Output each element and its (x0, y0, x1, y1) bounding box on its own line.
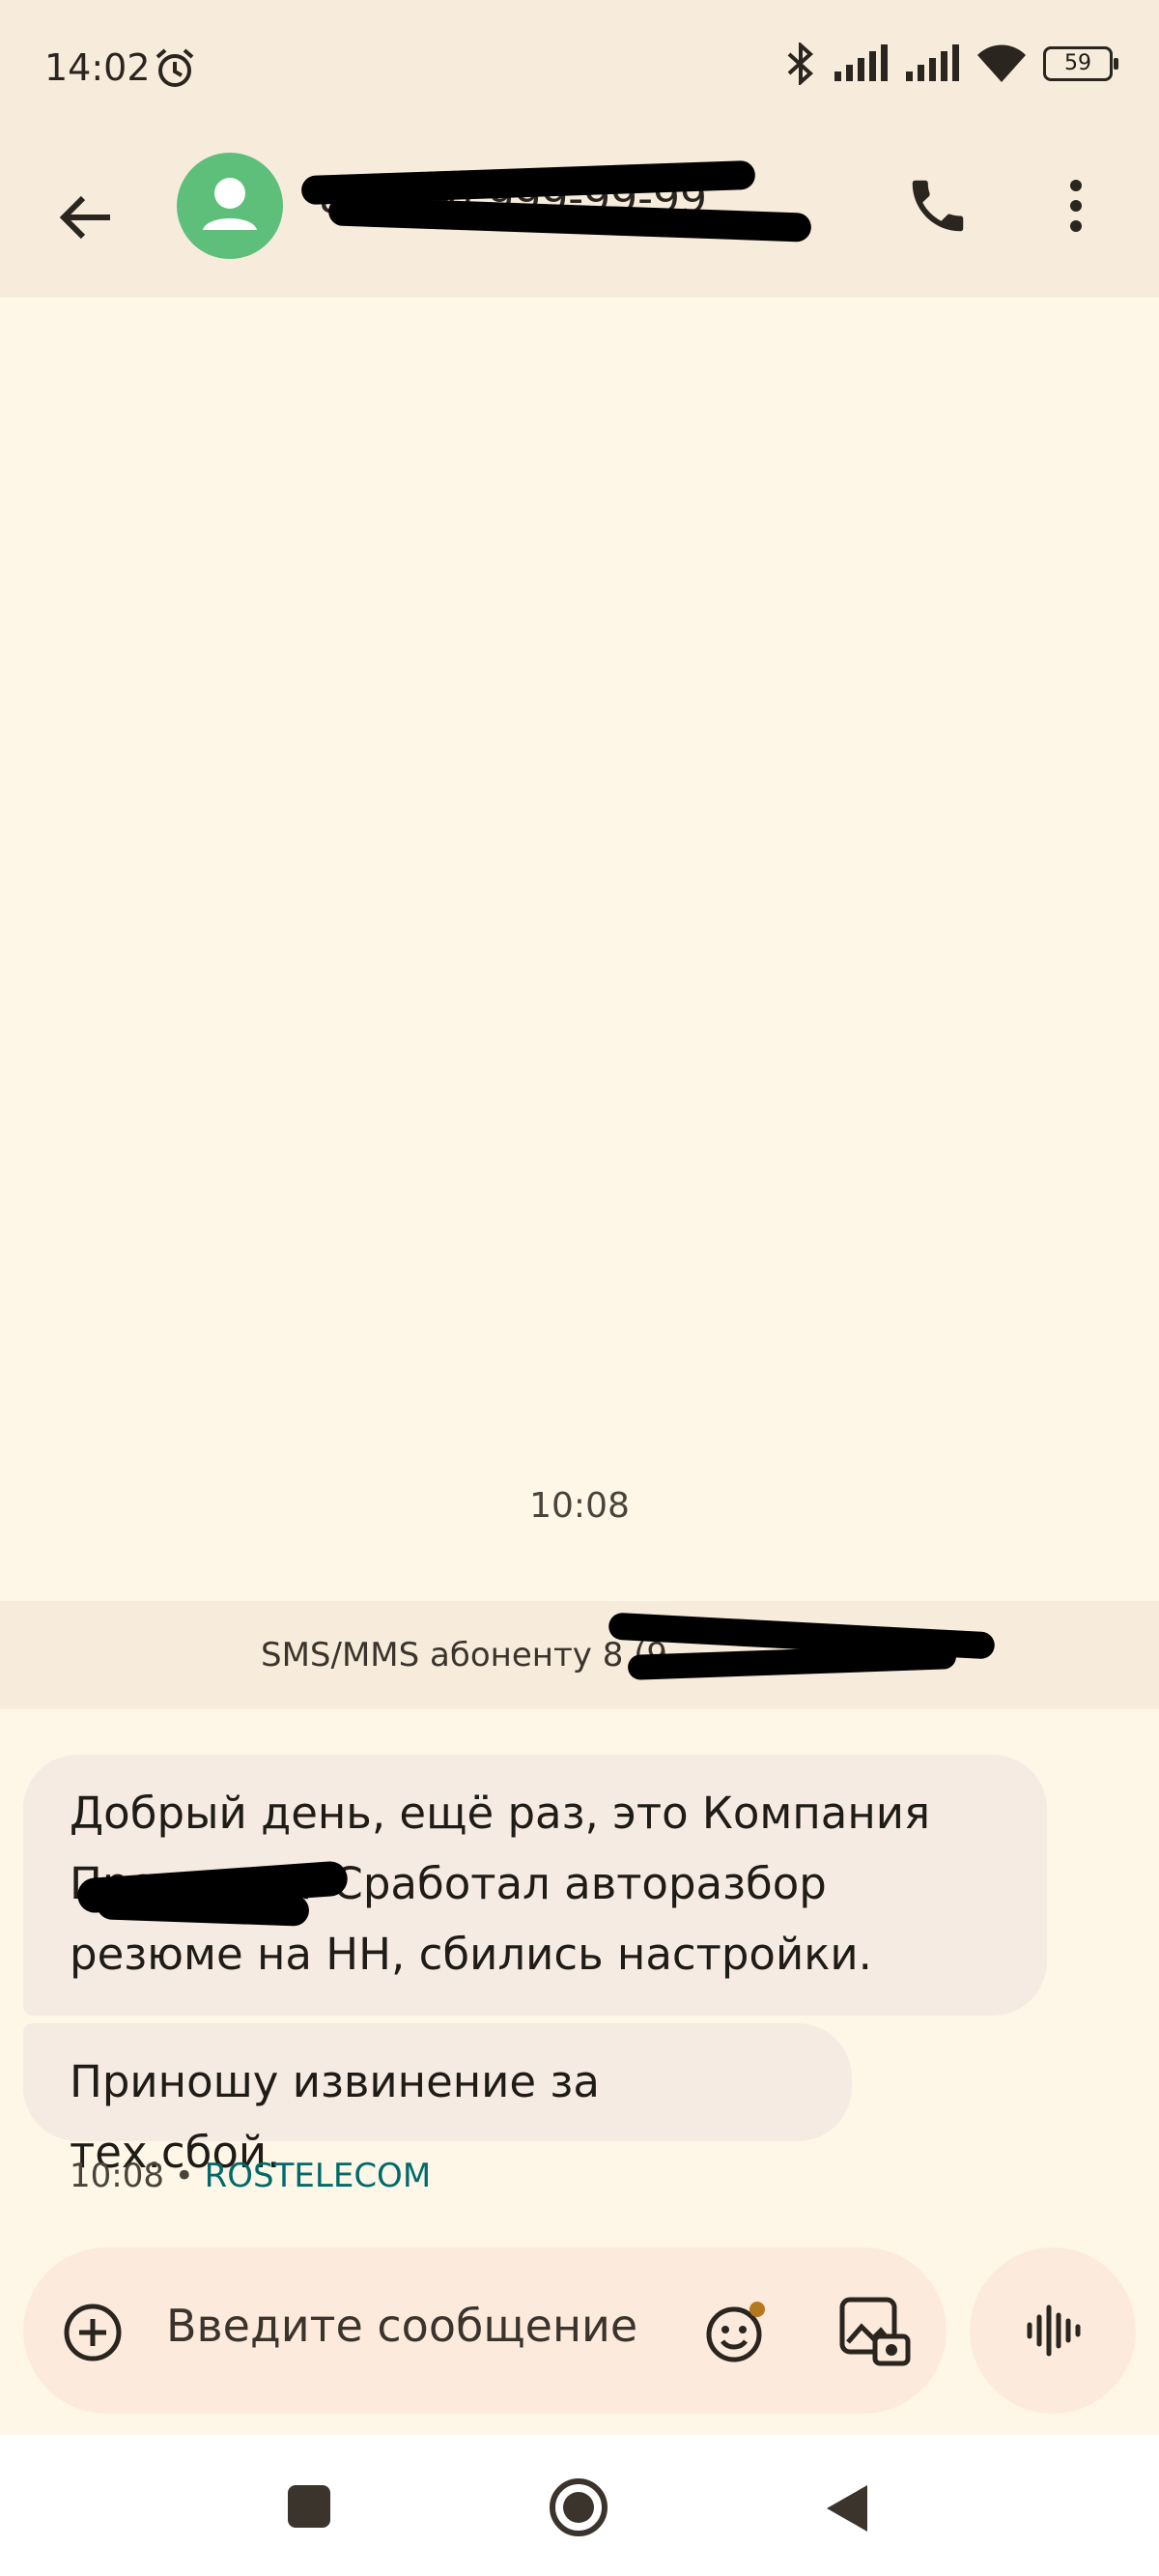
meta-separator: • (174, 2157, 194, 2195)
battery-icon: 59 (1043, 46, 1118, 81)
gallery-icon[interactable] (836, 2294, 914, 2371)
bluetooth-icon (784, 43, 817, 85)
home-icon[interactable] (549, 2477, 608, 2537)
message-meta: 10:08 • ROSTELECOM (70, 2157, 431, 2195)
compose-bar: Введите сообщение (23, 2247, 947, 2414)
recipient-info-text: SMS/MMS абоненту 8 (9 (261, 1636, 668, 1674)
phone-icon[interactable] (904, 172, 972, 240)
recipient-info-banner: SMS/MMS абоненту 8 (9 (0, 1601, 1159, 1709)
message-time: 10:08 (70, 2157, 164, 2195)
message-bubble[interactable]: Приношу извинение за тех.сбой. (23, 2023, 852, 2178)
back-triangle-icon[interactable] (825, 2483, 869, 2533)
redaction-mark (627, 1644, 957, 1680)
message-input[interactable]: Введите сообщение (166, 2300, 637, 2352)
signal-icon (904, 44, 960, 83)
conversation-header: 8 (999) 999-99-99 (0, 135, 1159, 298)
voice-waveform-icon (1024, 2302, 1082, 2360)
back-arrow-icon[interactable] (52, 184, 120, 251)
status-bar: 14:02 59 (0, 0, 1159, 135)
add-circle-icon[interactable] (62, 2302, 124, 2363)
navigation-bar (0, 2435, 1159, 2576)
recents-icon[interactable] (286, 2483, 332, 2530)
carrier-label: ROSTELECOM (204, 2157, 432, 2195)
status-icons: 59 (784, 43, 1118, 85)
more-vert-icon[interactable] (1057, 172, 1095, 240)
wifi-icon (975, 43, 1028, 84)
time-separator: 10:08 (529, 1486, 630, 1526)
voice-button[interactable] (970, 2247, 1136, 2414)
avatar-icon[interactable] (177, 153, 283, 259)
signal-icon (833, 44, 889, 83)
emoji-icon[interactable] (701, 2298, 769, 2365)
alarm-icon (153, 46, 197, 91)
status-time: 14:02 (44, 46, 151, 89)
